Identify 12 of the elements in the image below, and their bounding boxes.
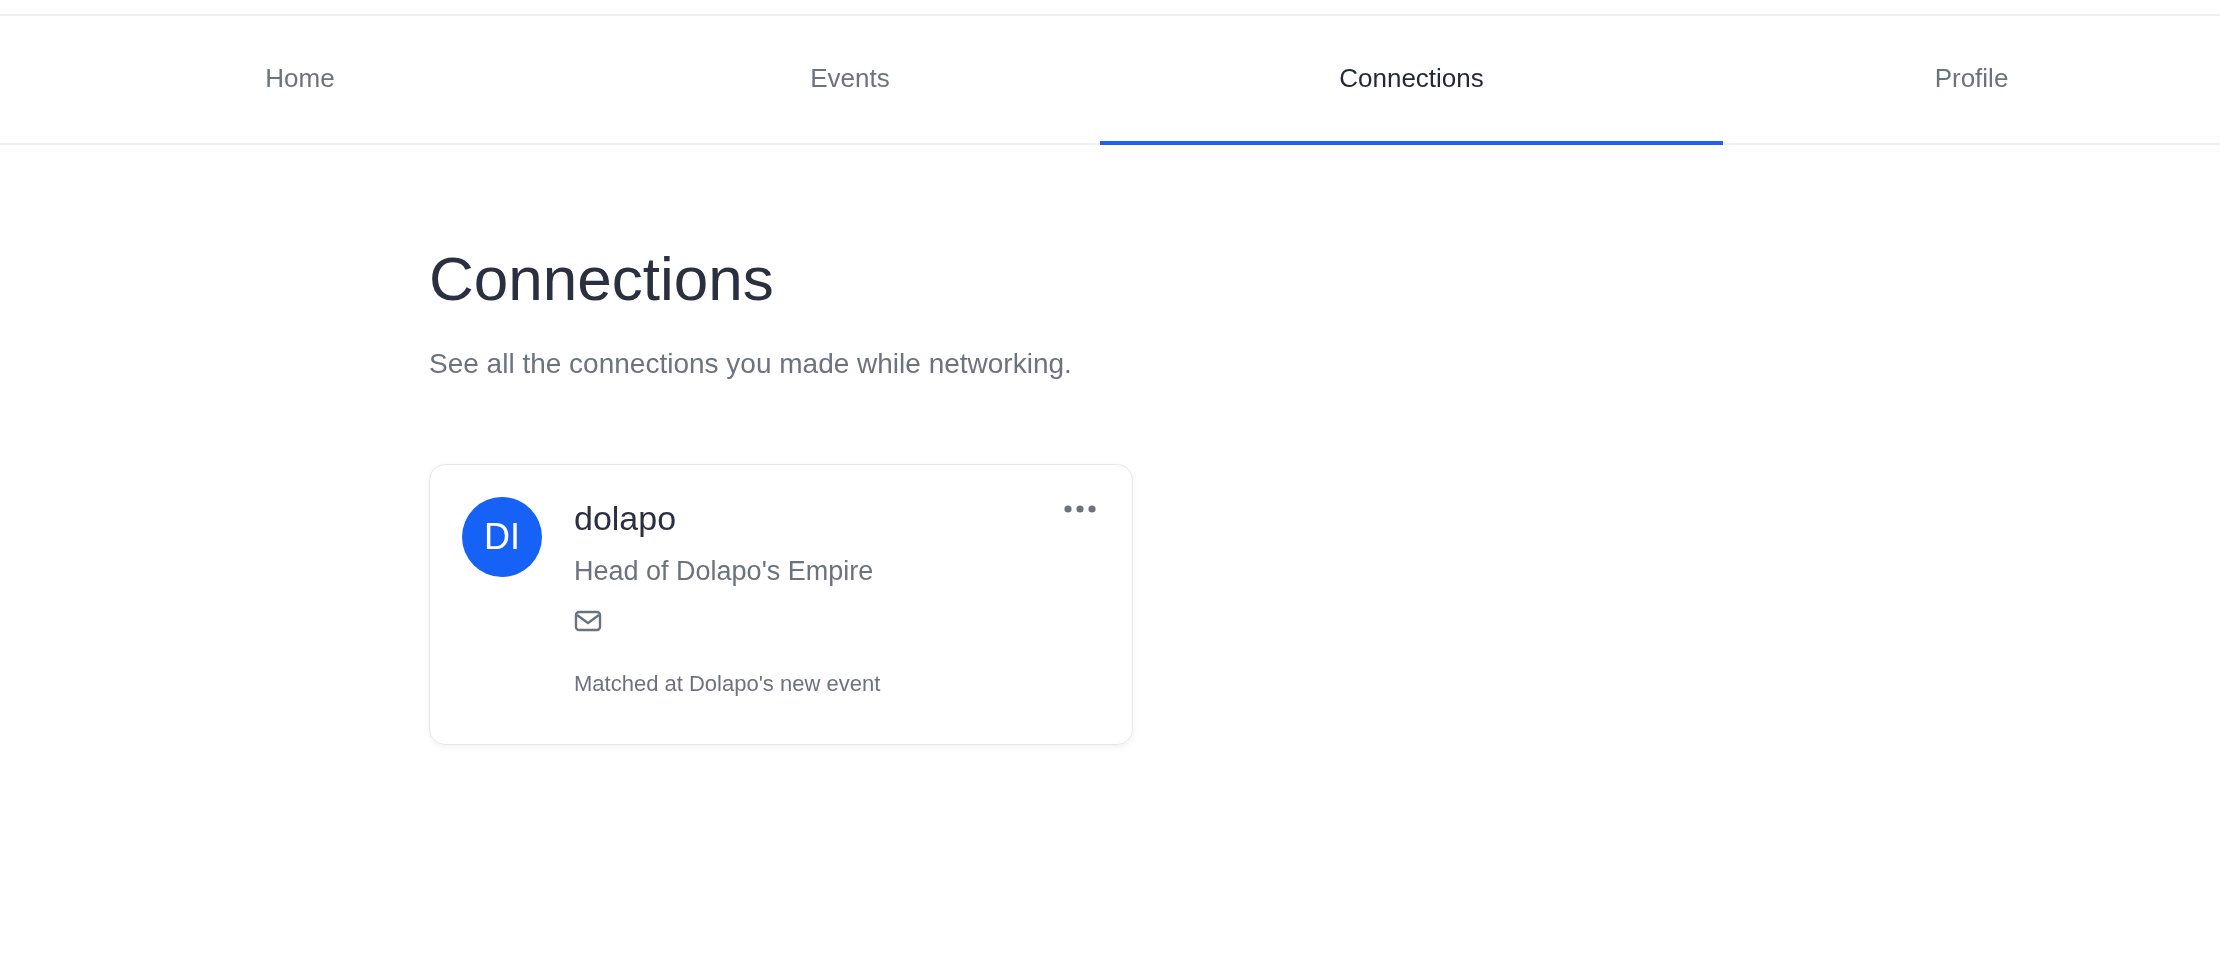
- nav-tab[interactable]: Connections: [1100, 16, 1723, 145]
- connection-headline: Head of Dolapo's Empire: [574, 556, 874, 587]
- connection-name: dolapo: [574, 499, 677, 538]
- match-note: Matched at Dolapo's new event: [574, 671, 881, 697]
- more-icon: [1064, 505, 1096, 513]
- page-title: Connections: [429, 243, 775, 314]
- nav-tab[interactable]: Profile: [1723, 16, 2220, 145]
- avatar: DI: [462, 497, 542, 577]
- mail-icon[interactable]: [574, 609, 602, 633]
- nav-tab[interactable]: Home: [0, 16, 600, 145]
- nav-tab[interactable]: Events: [600, 16, 1100, 145]
- page-subtitle: See all the connections you made while networking.: [429, 348, 1073, 380]
